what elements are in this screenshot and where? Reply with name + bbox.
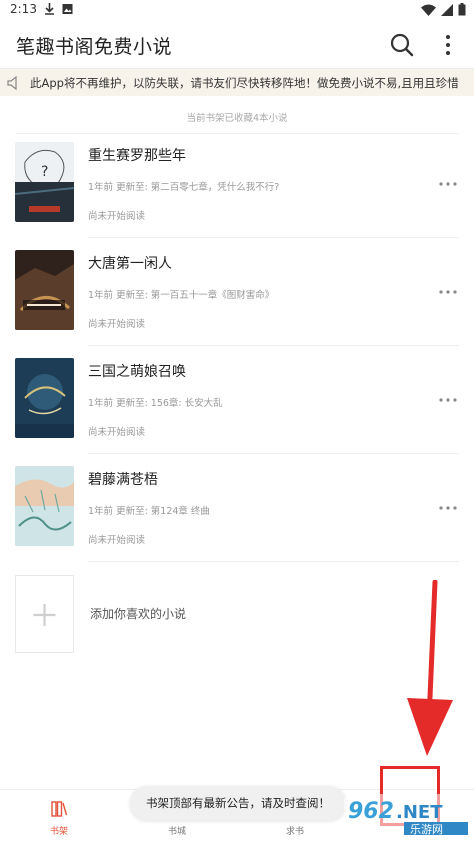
divider <box>88 561 459 562</box>
download-icon <box>45 3 54 15</box>
more-horizontal-icon[interactable] <box>438 288 458 296</box>
divider <box>88 237 459 238</box>
book-update-info: 1年前 更新至: 第一百五十一章《图财害命》 <box>88 290 275 301</box>
status-time: 2:13 <box>10 2 37 16</box>
svg-text:962: 962 <box>348 799 394 824</box>
divider <box>88 345 459 346</box>
add-book-label[interactable]: 添加你喜欢的小说 <box>90 605 186 622</box>
tab-bookshelf[interactable]: 书架 <box>0 790 118 841</box>
add-book-button[interactable] <box>15 575 74 653</box>
divider <box>88 453 459 454</box>
book-title[interactable]: 碧藤满苍梧 <box>88 469 158 489</box>
more-horizontal-icon[interactable] <box>438 396 458 404</box>
more-horizontal-icon[interactable] <box>438 180 458 188</box>
svg-text:.NET: .NET <box>396 802 443 823</box>
more-horizontal-icon[interactable] <box>438 504 458 512</box>
svg-text:?: ? <box>41 164 48 180</box>
book-item[interactable]: 三国之萌娘召唤 1年前 更新至: 156章: 长安大乱 尚未开始阅读 <box>0 358 474 466</box>
book-cover[interactable] <box>15 358 74 438</box>
book-progress: 尚未开始阅读 <box>88 319 146 330</box>
book-update-info: 1年前 更新至: 第二百零七章，凭什么我不行? <box>88 182 280 193</box>
book-title[interactable]: 重生赛罗那些年 <box>88 145 186 165</box>
shelf-count: 当前书架已收藏4本小说 <box>186 113 288 124</box>
book-cover[interactable]: ? <box>15 142 74 222</box>
book-update-info: 1年前 更新至: 156章: 长安大乱 <box>88 398 223 409</box>
tab-label: 求书 <box>285 827 304 837</box>
book-cover[interactable] <box>15 466 74 546</box>
book-title[interactable]: 三国之萌娘召唤 <box>88 361 186 381</box>
status-bar: 2:13 <box>0 0 474 20</box>
bookshelf-icon <box>51 801 68 817</box>
notice-text: 此App将不再维护，以防失联，请书友们尽快转移阵地！做免费小说不易,且用且珍惜 <box>30 76 459 90</box>
book-item[interactable]: 碧藤满苍梧 1年前 更新至: 第124章 终曲 尚未开始阅读 <box>0 466 474 574</box>
plus-icon <box>33 604 56 626</box>
search-icon[interactable] <box>388 31 416 59</box>
svg-text:乐游网: 乐游网 <box>410 823 443 836</box>
app-title: 笔趣书阁免费小说 <box>16 36 173 58</box>
toast-message: 书架顶部有最新公告，请及时查阅！ <box>130 786 346 820</box>
battery-icon <box>458 3 466 16</box>
app-bar: 笔趣书阁免费小说 <box>0 20 474 68</box>
book-item[interactable]: ? 重生赛罗那些年 1年前 更新至: 第二百零七章，凭什么我不行? 尚未开始阅读 <box>0 142 474 250</box>
watermark-logo: 962 .NET 乐游网 <box>344 794 472 836</box>
divider <box>16 133 459 134</box>
book-cover[interactable] <box>15 250 74 330</box>
wifi-icon <box>421 4 436 16</box>
book-update-info: 1年前 更新至: 第124章 终曲 <box>88 506 210 517</box>
speaker-icon <box>7 76 17 90</box>
book-progress: 尚未开始阅读 <box>88 211 146 222</box>
book-item[interactable]: 大唐第一闲人 1年前 更新至: 第一百五十一章《图财害命》 尚未开始阅读 <box>0 250 474 358</box>
more-vertical-icon[interactable] <box>438 31 458 59</box>
tab-label: 书架 <box>49 827 68 837</box>
image-icon <box>62 4 73 14</box>
book-progress: 尚未开始阅读 <box>88 535 146 546</box>
signal-icon <box>441 3 453 16</box>
annotation-arrow-icon <box>407 580 453 756</box>
book-title[interactable]: 大唐第一闲人 <box>88 253 172 273</box>
tab-label: 书城 <box>167 827 186 837</box>
book-progress: 尚未开始阅读 <box>88 427 146 438</box>
notice-bar[interactable]: 此App将不再维护，以防失联，请书友们尽快转移阵地！做免费小说不易,且用且珍惜 <box>0 68 474 96</box>
